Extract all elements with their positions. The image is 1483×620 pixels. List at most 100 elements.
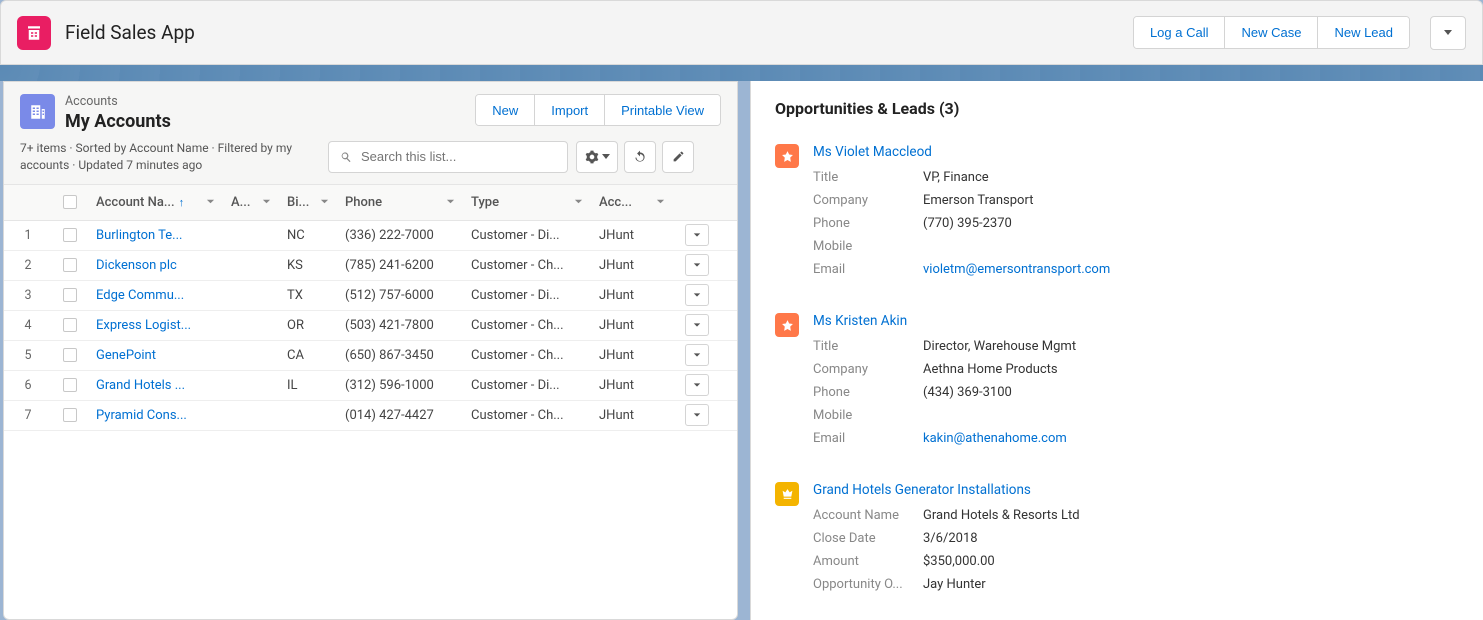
related-panel-title: Opportunities & Leads (3) bbox=[775, 99, 1459, 118]
account-name-link[interactable]: Pyramid Cons... bbox=[96, 408, 187, 423]
related-field: Amount$350,000.00 bbox=[813, 554, 1459, 569]
account-name-link[interactable]: GenePoint bbox=[96, 348, 156, 363]
field-value: Emerson Transport bbox=[923, 193, 1033, 208]
related-items-list: Ms Violet Maccleod TitleVP, Finance Compan… bbox=[775, 144, 1459, 600]
cell-type: Customer - Ch... bbox=[463, 258, 591, 273]
related-name-link[interactable]: Ms Kristen Akin bbox=[813, 313, 907, 329]
field-label: Company bbox=[813, 193, 923, 208]
field-label: Phone bbox=[813, 385, 923, 400]
search-input[interactable] bbox=[361, 149, 557, 164]
table-body: 1Burlington Te...NC(336) 222-7000Custome… bbox=[4, 221, 737, 431]
list-meta-text: 7+ items · Sorted by Account Name · Filt… bbox=[20, 140, 320, 174]
account-name-link[interactable]: Burlington Te... bbox=[96, 228, 182, 243]
main-area: Accounts My Accounts New Import Printabl… bbox=[0, 81, 1483, 620]
cell-type: Customer - Di... bbox=[463, 288, 591, 303]
cell-type: Customer - Di... bbox=[463, 228, 591, 243]
related-field: Phone(434) 369-3100 bbox=[813, 385, 1459, 400]
field-label: Email bbox=[813, 431, 923, 446]
refresh-button[interactable] bbox=[624, 141, 656, 173]
new-lead-button[interactable]: New Lead bbox=[1318, 17, 1409, 48]
cell-owner: JHunt bbox=[591, 258, 673, 273]
field-label: Email bbox=[813, 262, 923, 277]
lead-item: Ms Kristen Akin TitleDirector, Warehouse … bbox=[775, 313, 1459, 454]
col-type[interactable]: Type bbox=[463, 195, 591, 210]
row-action-button[interactable] bbox=[685, 224, 709, 246]
row-number: 6 bbox=[4, 378, 52, 393]
row-action-button[interactable] bbox=[685, 284, 709, 306]
row-checkbox[interactable] bbox=[63, 228, 77, 242]
list-title: My Accounts bbox=[65, 111, 475, 132]
row-checkbox[interactable] bbox=[63, 288, 77, 302]
related-name-link[interactable]: Ms Violet Maccleod bbox=[813, 144, 932, 160]
topbar: Field Sales App Log a Call New Case New … bbox=[0, 0, 1483, 65]
field-label: Title bbox=[813, 339, 923, 354]
new-case-button[interactable]: New Case bbox=[1225, 17, 1318, 48]
row-number: 2 bbox=[4, 258, 52, 273]
cell-billing-state: NC bbox=[279, 228, 337, 243]
account-name-link[interactable]: Grand Hotels ... bbox=[96, 378, 185, 393]
list-settings-button[interactable] bbox=[576, 141, 618, 173]
email-link[interactable]: violetm@emersontransport.com bbox=[923, 262, 1110, 277]
field-label: Account Name bbox=[813, 508, 923, 523]
row-checkbox[interactable] bbox=[63, 258, 77, 272]
import-button[interactable]: Import bbox=[535, 95, 605, 125]
row-action-button[interactable] bbox=[685, 254, 709, 276]
related-field: Mobile bbox=[813, 239, 1459, 254]
search-icon bbox=[339, 150, 353, 164]
row-action-button[interactable] bbox=[685, 314, 709, 336]
caret-down-icon bbox=[602, 154, 610, 159]
row-checkbox[interactable] bbox=[63, 408, 77, 422]
account-name-link[interactable]: Express Logist... bbox=[96, 318, 191, 333]
printable-view-button[interactable]: Printable View bbox=[605, 95, 720, 125]
new-button[interactable]: New bbox=[476, 95, 535, 125]
cell-phone: (512) 757-6000 bbox=[337, 288, 463, 303]
related-field: Mobile bbox=[813, 408, 1459, 423]
col-acc[interactable]: Acc... bbox=[591, 195, 673, 210]
col-phone[interactable]: Phone bbox=[337, 195, 463, 210]
row-number: 7 bbox=[4, 408, 52, 423]
lead-item: Ms Violet Maccleod TitleVP, Finance Compan… bbox=[775, 144, 1459, 285]
field-value: Aethna Home Products bbox=[923, 362, 1058, 377]
row-action-button[interactable] bbox=[685, 344, 709, 366]
cell-type: Customer - Ch... bbox=[463, 348, 591, 363]
row-action-button[interactable] bbox=[685, 374, 709, 396]
related-field: CompanyAethna Home Products bbox=[813, 362, 1459, 377]
cell-billing-state: KS bbox=[279, 258, 337, 273]
related-field: TitleVP, Finance bbox=[813, 170, 1459, 185]
table-row: 3Edge Commu...TX(512) 757-6000Customer -… bbox=[4, 281, 737, 311]
field-value: Grand Hotels & Resorts Ltd bbox=[923, 508, 1080, 523]
search-box[interactable] bbox=[328, 141, 568, 173]
cell-owner: JHunt bbox=[591, 348, 673, 363]
account-name-link[interactable]: Dickenson plc bbox=[96, 258, 177, 273]
row-action-button[interactable] bbox=[685, 404, 709, 426]
related-field: Emailkakin@athenahome.com bbox=[813, 431, 1459, 446]
cell-billing-state: IL bbox=[279, 378, 337, 393]
col-bi[interactable]: Bi... bbox=[279, 195, 337, 210]
refresh-icon bbox=[633, 150, 647, 164]
edit-button[interactable] bbox=[662, 141, 694, 173]
account-name-link[interactable]: Edge Commu... bbox=[96, 288, 184, 303]
top-more-button[interactable] bbox=[1430, 16, 1466, 50]
field-label: Title bbox=[813, 170, 923, 185]
related-name-link[interactable]: Grand Hotels Generator Installations bbox=[813, 482, 1031, 498]
row-checkbox[interactable] bbox=[63, 378, 77, 392]
cell-type: Customer - Di... bbox=[463, 378, 591, 393]
lead-icon bbox=[775, 144, 799, 168]
field-value: (434) 369-3100 bbox=[923, 385, 1012, 400]
email-link[interactable]: kakin@athenahome.com bbox=[923, 431, 1067, 446]
field-value: (770) 395-2370 bbox=[923, 216, 1012, 231]
log-a-call-button[interactable]: Log a Call bbox=[1134, 17, 1226, 48]
col-a[interactable]: A... bbox=[223, 195, 279, 210]
col-account-name[interactable]: Account Na... ↑ bbox=[88, 195, 223, 210]
select-all-checkbox[interactable] bbox=[63, 195, 77, 209]
row-checkbox[interactable] bbox=[63, 348, 77, 362]
row-number: 5 bbox=[4, 348, 52, 363]
accounts-list-card: Accounts My Accounts New Import Printabl… bbox=[3, 81, 738, 620]
field-label: Company bbox=[813, 362, 923, 377]
cell-phone: (336) 222-7000 bbox=[337, 228, 463, 243]
field-value: Jay Hunter bbox=[923, 577, 986, 592]
object-label: Accounts bbox=[65, 94, 475, 109]
related-field: TitleDirector, Warehouse Mgmt bbox=[813, 339, 1459, 354]
table-row: 4Express Logist...OR(503) 421-7800Custom… bbox=[4, 311, 737, 341]
row-checkbox[interactable] bbox=[63, 318, 77, 332]
